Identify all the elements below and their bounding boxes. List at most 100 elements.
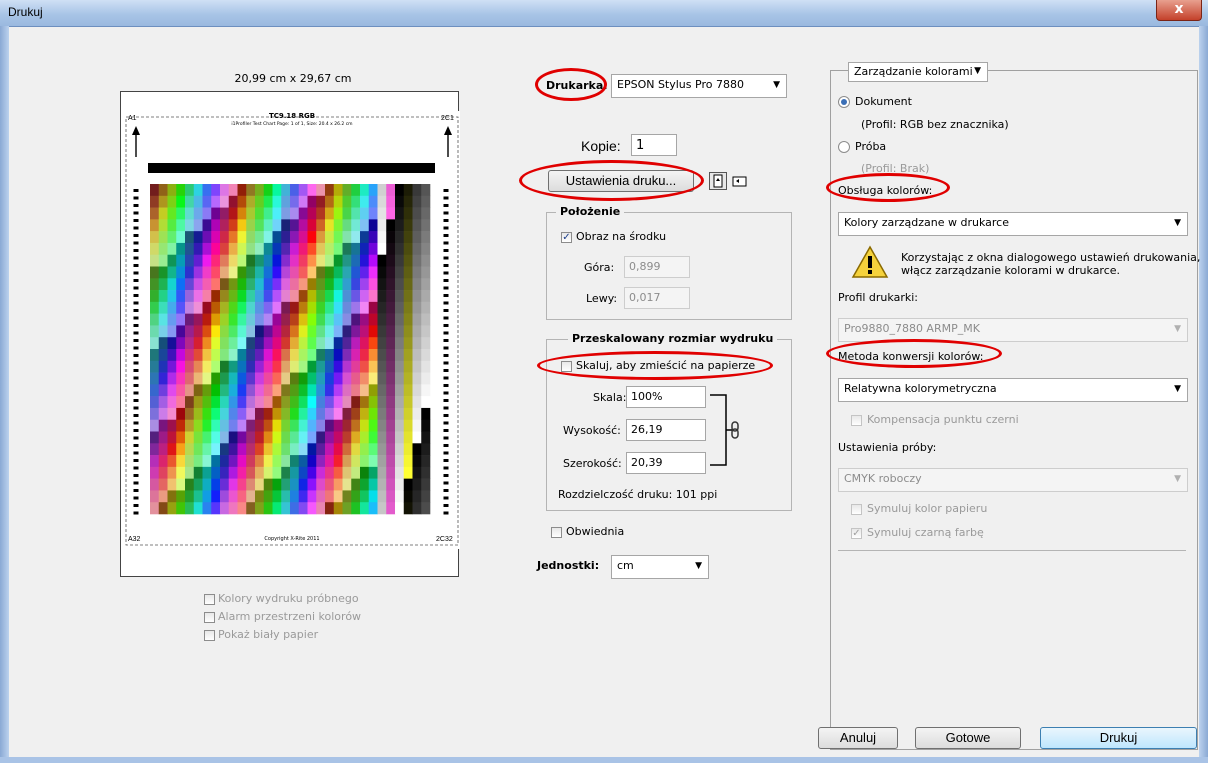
color-patch: [368, 490, 378, 503]
document-radio[interactable]: [838, 96, 850, 108]
color-patch: [176, 490, 186, 503]
proof-setup-select[interactable]: CMYK roboczy ▼: [838, 468, 1188, 492]
color-patch: [158, 290, 168, 303]
copies-input[interactable]: 1: [631, 134, 677, 156]
cancel-button[interactable]: Anuluj: [818, 727, 898, 749]
black-point-label: Kompensacja punktu czerni: [867, 413, 1019, 426]
color-patch: [150, 443, 160, 456]
color-patch: [368, 466, 378, 479]
color-patch: [255, 407, 265, 421]
registration-dot: [133, 399, 139, 402]
color-patch: [360, 266, 370, 279]
proof-radio[interactable]: [838, 141, 850, 153]
color-patch: [246, 325, 256, 338]
scale-input[interactable]: 100%: [626, 386, 706, 408]
color-patch: [220, 242, 230, 256]
highlight-scale-to-fit: [537, 351, 773, 380]
simulate-ink-checkbox[interactable]: ✓: [851, 528, 862, 539]
color-patch: [403, 195, 413, 208]
color-patch: [342, 231, 352, 244]
color-patch: [158, 266, 168, 279]
printer-profile-select[interactable]: Pro9880_7880 ARMP_MK ▼: [838, 318, 1188, 342]
color-management-select[interactable]: Zarządzanie kolorami ▼: [848, 62, 988, 82]
color-patch: [403, 372, 413, 385]
gamut-warning-checkbox[interactable]: [204, 612, 215, 623]
color-patch: [185, 455, 195, 468]
proof-label: Próba: [855, 140, 887, 153]
color-patch: [386, 278, 396, 291]
color-patch: [395, 502, 405, 515]
color-patch: [325, 419, 335, 432]
color-patch: [421, 502, 431, 515]
color-patch: [377, 231, 387, 244]
left-input[interactable]: 0,017: [624, 287, 690, 309]
color-patch: [176, 396, 186, 409]
color-patch: [307, 396, 317, 409]
color-patch: [325, 384, 335, 397]
simulate-paper-checkbox[interactable]: [851, 504, 862, 515]
registration-dot: [133, 204, 139, 207]
color-patch: [307, 455, 317, 468]
color-patch: [255, 219, 265, 232]
center-image-checkbox[interactable]: ✓: [561, 232, 572, 243]
color-patch: [333, 184, 343, 197]
color-patch: [333, 455, 343, 468]
color-patch: [325, 349, 335, 362]
color-patch: [193, 219, 203, 232]
window-frame-bottom: [0, 757, 1208, 763]
color-patch: [316, 278, 326, 291]
color-patch: [281, 455, 291, 468]
color-patch: [150, 301, 160, 314]
color-patch: [158, 372, 168, 385]
width-input[interactable]: 20,39: [626, 452, 706, 474]
color-handling-select[interactable]: Kolory zarządzane w drukarce ▼: [838, 212, 1188, 236]
black-point-checkbox[interactable]: [851, 415, 862, 426]
printer-select[interactable]: EPSON Stylus Pro 7880 ▼: [611, 74, 787, 98]
proportion-link[interactable]: [708, 394, 744, 466]
color-patch: [185, 325, 195, 338]
color-patch: [316, 466, 326, 479]
color-patch: [421, 290, 431, 303]
color-patch: [263, 184, 273, 197]
color-patch: [272, 290, 282, 303]
registration-dot: [443, 354, 449, 357]
color-patch: [421, 478, 431, 491]
color-patch: [412, 384, 422, 397]
color-patch: [255, 231, 265, 244]
proof-colors-checkbox[interactable]: [204, 594, 215, 605]
color-patch: [281, 372, 291, 385]
color-patch: [377, 490, 387, 503]
rendering-intent-select[interactable]: Relatywna kolorymetryczna ▼: [838, 378, 1188, 402]
color-patch: [220, 337, 230, 350]
height-label: Wysokość:: [563, 424, 621, 437]
portrait-orientation-button[interactable]: [709, 172, 727, 190]
paper-white-checkbox[interactable]: [204, 630, 215, 641]
color-patch: [237, 254, 247, 267]
color-patch: [228, 313, 238, 326]
units-select[interactable]: cm ▼: [611, 555, 709, 579]
registration-dot: [443, 279, 449, 282]
height-input[interactable]: 26,19: [626, 419, 706, 441]
color-patch: [316, 431, 326, 444]
color-patch: [307, 431, 317, 444]
color-patch: [360, 195, 370, 208]
color-patch: [176, 360, 186, 373]
top-input[interactable]: 0,899: [624, 256, 690, 278]
color-patch: [220, 407, 230, 421]
print-button[interactable]: Drukuj: [1040, 727, 1197, 749]
color-patch: [368, 242, 378, 256]
landscape-orientation-button[interactable]: [731, 172, 749, 190]
color-patch: [403, 278, 413, 291]
done-button[interactable]: Gotowe: [915, 727, 1021, 749]
color-patch: [185, 478, 195, 491]
color-patch: [333, 478, 343, 491]
color-patch: [412, 372, 422, 385]
color-patch: [150, 184, 160, 197]
color-patch: [298, 207, 308, 220]
close-button[interactable]: x: [1156, 0, 1202, 21]
color-patch: [237, 184, 247, 197]
bounding-box-checkbox[interactable]: [551, 527, 562, 538]
color-patch: [360, 254, 370, 267]
color-patch: [360, 384, 370, 397]
color-patch: [351, 195, 361, 208]
